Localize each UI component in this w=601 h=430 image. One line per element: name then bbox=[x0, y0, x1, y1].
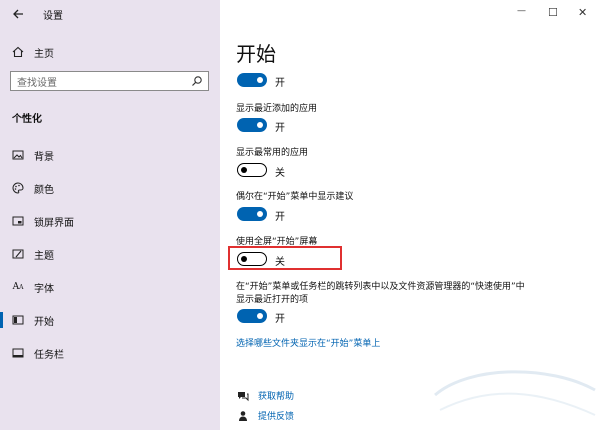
setting-label: 偶尔在“开始”菜单中显示建议 bbox=[236, 192, 354, 202]
sidebar-item-label: 主题 bbox=[34, 250, 54, 262]
toggle-switch[interactable] bbox=[237, 73, 267, 87]
sidebar-item-label: 任务栏 bbox=[34, 349, 64, 361]
toggle-knob bbox=[257, 211, 263, 217]
toggle-knob bbox=[257, 77, 263, 83]
sidebar-item-themes[interactable]: 主题 bbox=[12, 246, 54, 262]
feedback-icon bbox=[237, 407, 249, 426]
sidebar-item-label: 主页 bbox=[34, 48, 54, 60]
window-title: 设置 bbox=[43, 11, 63, 22]
maximize-button[interactable]: ☐ bbox=[548, 6, 558, 19]
toggle-knob bbox=[241, 255, 247, 262]
get-help-link[interactable]: 获取帮助 bbox=[258, 389, 294, 402]
sidebar-item-colors[interactable]: 颜色 bbox=[12, 180, 54, 196]
minimize-button[interactable]: — bbox=[517, 6, 526, 16]
sidebar: 设置 主页 查找设置 个性化 背景 颜色 锁屏界面 主题 A A 字体 开始 任… bbox=[0, 0, 220, 430]
page-title: 开始 bbox=[236, 42, 276, 66]
toggle-switch[interactable] bbox=[237, 252, 267, 266]
theme-icon bbox=[12, 248, 24, 260]
taskbar-icon bbox=[12, 347, 24, 359]
font-icon: AA bbox=[12, 282, 24, 292]
sidebar-item-label: 颜色 bbox=[34, 184, 54, 196]
setting-label: 显示最常用的应用 bbox=[236, 148, 309, 158]
toggle-state: 开 bbox=[275, 78, 285, 89]
back-arrow-icon[interactable] bbox=[12, 5, 24, 24]
sidebar-item-taskbar[interactable]: 任务栏 bbox=[12, 345, 64, 361]
toggle-switch[interactable] bbox=[237, 118, 267, 132]
toggle-state: 关 bbox=[275, 168, 285, 179]
toggle-switch[interactable] bbox=[237, 163, 267, 177]
home-icon bbox=[12, 46, 24, 58]
help-icon bbox=[237, 387, 249, 406]
toggle-switch[interactable] bbox=[237, 309, 267, 323]
close-button[interactable]: ✕ bbox=[578, 6, 587, 19]
toggle-state: 关 bbox=[275, 257, 285, 268]
sidebar-item-background[interactable]: 背景 bbox=[12, 147, 54, 163]
picture-icon bbox=[12, 149, 24, 161]
search-icon bbox=[191, 75, 203, 90]
toggle-knob bbox=[241, 166, 247, 173]
search-input[interactable]: 查找设置 bbox=[10, 71, 209, 91]
sidebar-item-label: 开始 bbox=[34, 316, 54, 328]
section-title: 个性化 bbox=[12, 114, 42, 125]
sidebar-item-label: 锁屏界面 bbox=[34, 217, 74, 229]
setting-label: 显示最近添加的应用 bbox=[236, 104, 318, 114]
toggle-state: 开 bbox=[275, 123, 285, 134]
watermark-graphic bbox=[434, 370, 596, 416]
choose-folders-link[interactable]: 选择哪些文件夹显示在“开始”菜单上 bbox=[236, 336, 380, 349]
toggle-knob bbox=[257, 122, 263, 128]
toggle-state: 开 bbox=[275, 314, 285, 325]
search-placeholder: 查找设置 bbox=[17, 77, 57, 89]
palette-icon bbox=[12, 182, 24, 194]
setting-label: 在“开始”菜单或任务栏的跳转列表中以及文件资源管理器的“快速使用”中 bbox=[236, 282, 525, 292]
toggle-knob bbox=[257, 313, 263, 319]
sidebar-item-fonts[interactable]: AA 字体 bbox=[12, 279, 54, 295]
sidebar-item-label: 背景 bbox=[34, 151, 54, 163]
toggle-state: 开 bbox=[275, 212, 285, 223]
start-icon bbox=[12, 314, 24, 326]
feedback-link[interactable]: 提供反馈 bbox=[258, 409, 294, 422]
lock-screen-icon bbox=[12, 215, 24, 227]
sidebar-item-start[interactable]: 开始 bbox=[12, 312, 54, 328]
toggle-switch[interactable] bbox=[237, 207, 267, 221]
setting-label: 显示最近打开的项 bbox=[236, 295, 309, 305]
sidebar-item-lock-screen[interactable]: 锁屏界面 bbox=[12, 213, 74, 229]
sidebar-item-home[interactable]: 主页 bbox=[12, 44, 54, 60]
sidebar-item-label: 字体 bbox=[34, 283, 54, 295]
active-indicator bbox=[0, 312, 3, 328]
